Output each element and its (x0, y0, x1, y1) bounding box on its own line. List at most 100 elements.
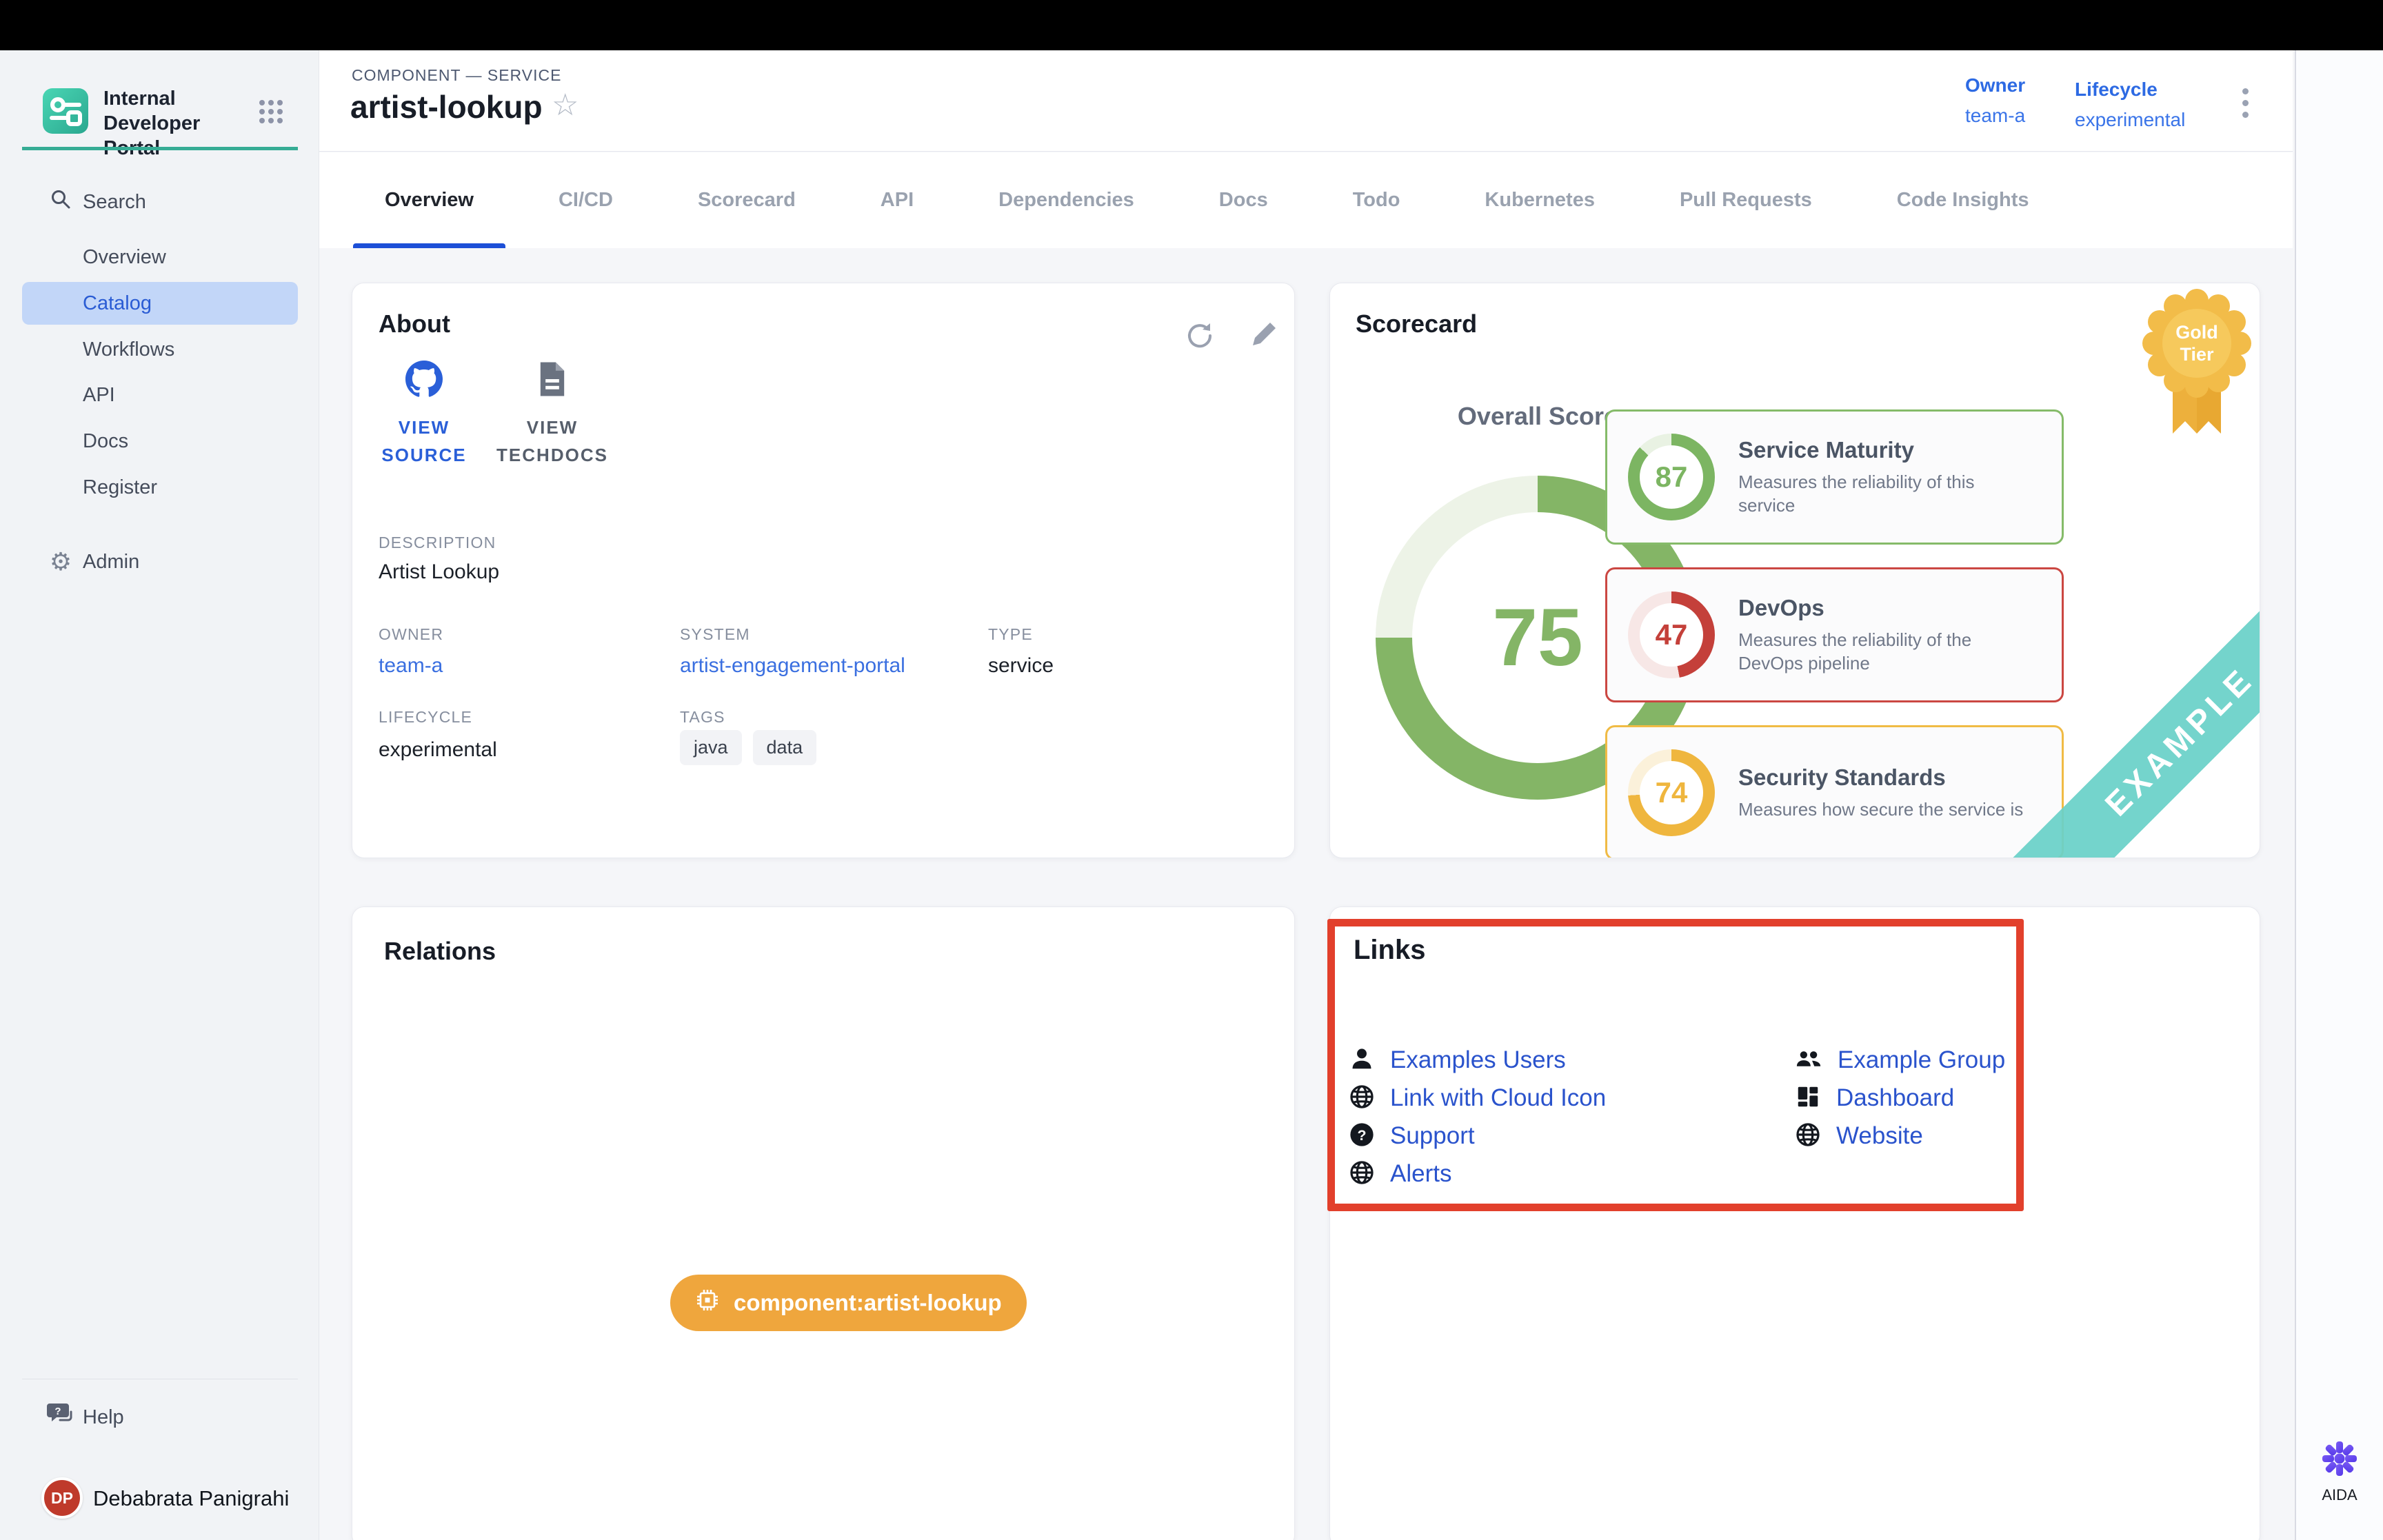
tab-dependencies[interactable]: Dependencies (967, 152, 1166, 248)
sidebar-item-overview[interactable]: Overview (22, 236, 298, 278)
link-examples-users[interactable]: Examples Users (1349, 1045, 1566, 1075)
metric-devops[interactable]: 47 DevOps Measures the reliability of th… (1605, 567, 2064, 702)
sidebar-item-register[interactable]: Register (22, 466, 298, 509)
owner-field-label: OWNER (379, 625, 443, 644)
techdocs-doc-icon (536, 361, 568, 401)
sidebar-search[interactable]: Search (22, 181, 298, 223)
relations-card: Relations component:artist-lookup (352, 906, 1295, 1540)
security-standards-donut: 74 (1628, 749, 1715, 836)
tab-overview[interactable]: Overview (353, 152, 505, 248)
lifecycle-field-value: experimental (379, 738, 497, 762)
kebab-menu-icon[interactable] (2242, 88, 2249, 118)
portal-logo-icon[interactable] (43, 88, 88, 134)
owner-field-link[interactable]: team-a (379, 654, 443, 678)
link-alerts[interactable]: Alerts (1349, 1159, 1451, 1189)
dashboard-icon (1795, 1084, 1821, 1113)
owner-meta: Owner team-a (1965, 74, 2025, 127)
metric-security-standards[interactable]: 74 Security Standards Measures how secur… (1605, 725, 2064, 858)
tab-todo[interactable]: Todo (1321, 152, 1432, 248)
tab-pull-requests[interactable]: Pull Requests (1648, 152, 1844, 248)
lifecycle-label: Lifecycle (2075, 79, 2185, 101)
type-field-value: service (988, 654, 1054, 678)
user-name[interactable]: Debabrata Panigrahi (93, 1486, 289, 1511)
browser-top-bar (0, 0, 2383, 50)
svg-text:Gold: Gold (2175, 322, 2218, 343)
edit-pencil-icon[interactable] (1249, 319, 1279, 349)
tag-chip[interactable]: data (753, 730, 817, 765)
entity-header: COMPONENT — SERVICE artist-lookup ☆ Owne… (319, 50, 2293, 152)
gear-icon: ⚙ (47, 547, 74, 576)
tab-kubernetes[interactable]: Kubernetes (1453, 152, 1627, 248)
sidebar-item-admin[interactable]: ⚙ Admin (22, 540, 298, 583)
svg-text:Tier: Tier (2180, 344, 2214, 365)
right-rail: AIDA (2295, 50, 2383, 1540)
page-title: artist-lookup (350, 88, 543, 125)
svg-text:?: ? (54, 1406, 61, 1417)
link-support[interactable]: ? Support (1349, 1121, 1475, 1151)
tab-docs[interactable]: Docs (1187, 152, 1300, 248)
link-cloud[interactable]: Link with Cloud Icon (1349, 1083, 1606, 1113)
scorecard-card: Scorecard Overall Score 75 87 Service Ma… (1329, 283, 2260, 858)
tab-scorecard[interactable]: Scorecard (666, 152, 827, 248)
lifecycle-value: experimental (2075, 109, 2185, 131)
about-quick-links: VIEW SOURCE VIEW TECHDOCS (380, 361, 596, 469)
svg-text:?: ? (1357, 1126, 1366, 1143)
refresh-button[interactable] (1184, 319, 1214, 349)
relations-title: Relations (384, 937, 496, 966)
lifecycle-field-label: LIFECYCLE (379, 708, 472, 727)
sidebar-item-docs[interactable]: Docs (22, 420, 298, 463)
tab-api[interactable]: API (849, 152, 945, 248)
about-title: About (379, 310, 450, 338)
link-dashboard[interactable]: Dashboard (1795, 1083, 1954, 1113)
tags-field-label: TAGS (680, 708, 725, 727)
system-field-label: SYSTEM (680, 625, 750, 644)
link-example-group[interactable]: Example Group (1795, 1045, 2005, 1075)
tab-code-insights[interactable]: Code Insights (1865, 152, 2061, 248)
entity-tabs: Overview CI/CD Scorecard API Dependencie… (319, 152, 2293, 248)
sidebar: Internal Developer Portal Search Overvie… (0, 50, 319, 1540)
aida-flower-icon (2321, 1440, 2358, 1481)
sidebar-item-workflows[interactable]: Workflows (22, 328, 298, 371)
description-value: Artist Lookup (379, 560, 499, 584)
tags-row: java data (680, 730, 816, 765)
help-circle-icon: ? (1349, 1122, 1375, 1151)
relation-entity-chip[interactable]: component:artist-lookup (670, 1275, 1027, 1331)
group-icon (1795, 1046, 1822, 1075)
user-icon (1349, 1046, 1375, 1075)
description-label: DESCRIPTION (379, 534, 496, 552)
lifecycle-meta: Lifecycle experimental (2075, 79, 2185, 131)
owner-link[interactable]: team-a (1965, 105, 2025, 127)
service-maturity-donut: 87 (1628, 434, 1715, 520)
sidebar-item-catalog[interactable]: Catalog (22, 282, 298, 325)
aida-label: AIDA (2322, 1486, 2357, 1504)
devops-donut: 47 (1628, 591, 1715, 678)
globe-icon (1795, 1122, 1821, 1151)
system-field-link[interactable]: artist-engagement-portal (680, 654, 905, 678)
favorite-star-icon[interactable]: ☆ (552, 90, 579, 121)
view-source-button[interactable]: VIEW SOURCE (380, 361, 468, 469)
link-website[interactable]: Website (1795, 1121, 1923, 1151)
metric-service-maturity[interactable]: 87 Service Maturity Measures the reliabi… (1605, 409, 2064, 545)
about-card: About VIEW SOURCE (352, 283, 1295, 858)
sidebar-item-help[interactable]: ? Help (22, 1396, 298, 1439)
sidebar-item-api[interactable]: API (22, 374, 298, 416)
avatar[interactable]: DP (41, 1477, 83, 1519)
aida-widget[interactable]: AIDA (2296, 1440, 2383, 1504)
search-icon (47, 188, 74, 216)
globe-icon (1349, 1084, 1375, 1113)
gold-tier-badge: Gold Tier (2142, 289, 2251, 449)
view-techdocs-button[interactable]: VIEW TECHDOCS (508, 361, 596, 469)
breadcrumb: COMPONENT — SERVICE (352, 66, 561, 85)
chip-memory-icon (695, 1288, 720, 1318)
apps-grid-icon[interactable] (258, 99, 284, 128)
owner-label: Owner (1965, 74, 2025, 97)
tab-cicd[interactable]: CI/CD (527, 152, 645, 248)
search-label: Search (22, 191, 146, 214)
links-card: Links Examples Users Link with Cloud Ico… (1329, 906, 2260, 1540)
tag-chip[interactable]: java (680, 730, 742, 765)
brand-divider (22, 147, 298, 150)
type-field-label: TYPE (988, 625, 1033, 644)
help-chat-icon: ? (47, 1401, 74, 1434)
github-icon (405, 361, 443, 401)
links-title: Links (1354, 935, 1425, 966)
